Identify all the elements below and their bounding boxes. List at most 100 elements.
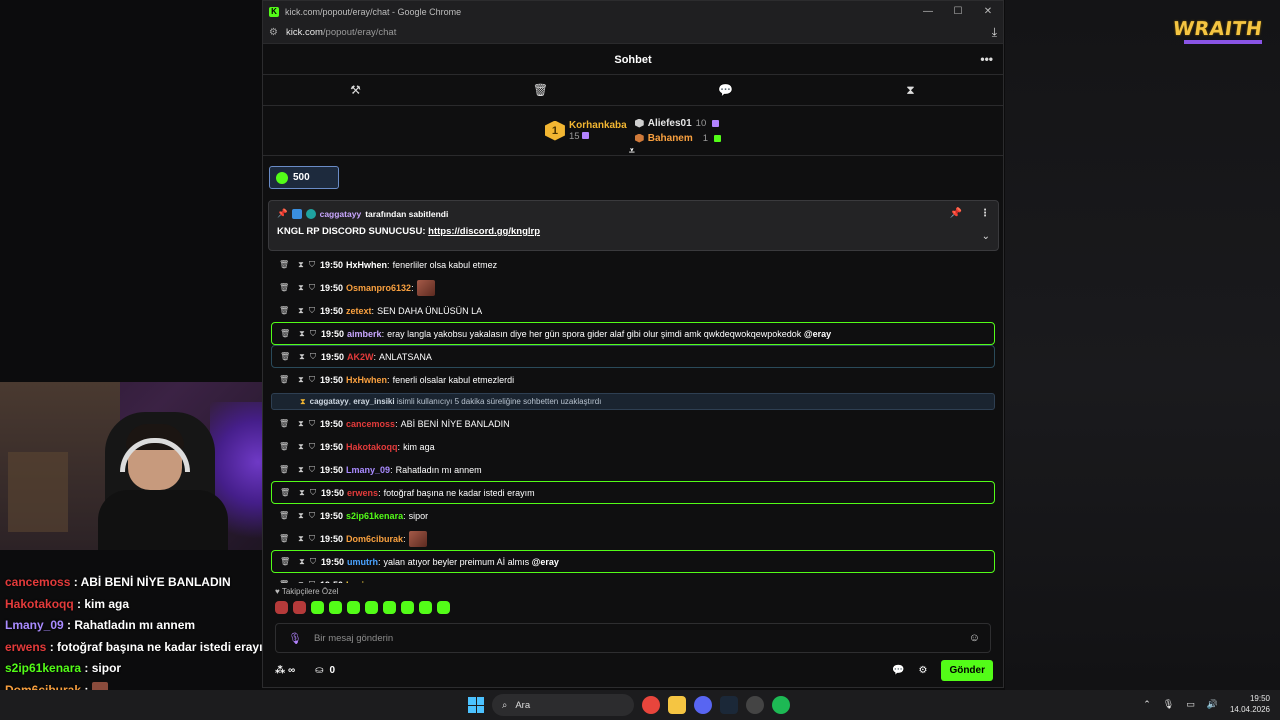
expand-icon[interactable]: ⩡: [629, 146, 635, 157]
top-gifter-3[interactable]: Bahanem 1: [634, 133, 722, 144]
chat-message[interactable]: 🗑 ⧗ ⛉ 19:50 aimberk: eray langla yakobsu yaka…: [271, 322, 995, 345]
message-username[interactable]: erwens: [347, 488, 378, 498]
pinned-by-user[interactable]: caggatayy: [320, 209, 362, 219]
delete-icon[interactable]: 🗑: [280, 557, 290, 567]
display-icon[interactable]: ▭: [1186, 699, 1195, 710]
close-icon[interactable]: ✕: [973, 6, 1003, 17]
timeout-icon[interactable]: ⧗: [298, 534, 304, 544]
message-username[interactable]: umutrh: [347, 557, 378, 567]
gift-box-icon[interactable]: ⛀: [315, 665, 323, 676]
timeout-icon[interactable]: ⧗: [298, 580, 304, 584]
delete-icon[interactable]: 🗑: [280, 329, 290, 339]
message-username[interactable]: cancemoss: [346, 419, 395, 429]
timeout-icon[interactable]: ⧗: [298, 283, 304, 293]
clear-chat-icon[interactable]: 🗑: [448, 75, 633, 105]
ban-hammer-icon[interactable]: ⚒: [263, 75, 448, 105]
emote-icon[interactable]: [347, 601, 360, 614]
message-username[interactable]: s2ip61kenara: [346, 511, 403, 521]
spotify-icon[interactable]: [772, 696, 790, 714]
delete-icon[interactable]: 🗑: [279, 534, 289, 544]
delete-icon[interactable]: 🗑: [279, 580, 289, 584]
channel-points-button[interactable]: 500: [269, 166, 339, 189]
windows-start-icon[interactable]: [468, 697, 484, 713]
delete-icon[interactable]: 🗑: [279, 419, 289, 429]
volume-icon[interactable]: 🔊: [1207, 699, 1218, 710]
chat-rules-icon[interactable]: 💬: [892, 665, 904, 676]
chrome-icon[interactable]: [642, 696, 660, 714]
message-username[interactable]: Hakotakoqq: [346, 442, 398, 452]
timeout-icon[interactable]: ⧗: [299, 352, 305, 362]
chat-message[interactable]: 🗑 ⧗ ⛉ 19:50 umutrh: yalan atıyor beyler preim…: [271, 550, 995, 573]
top-gifter-2[interactable]: Aliefes01 10: [634, 118, 721, 129]
chat-message[interactable]: 🗑 ⧗ ⛉ 19:50 Osmanpro6132:: [271, 276, 995, 299]
clock[interactable]: 19:50 14.04.2026: [1230, 693, 1270, 715]
delete-icon[interactable]: 🗑: [279, 306, 289, 316]
delete-icon[interactable]: 🗑: [279, 260, 289, 270]
message-username[interactable]: Osmanpro6132: [346, 283, 411, 293]
message-mention[interactable]: @eray: [532, 557, 559, 567]
file-explorer-icon[interactable]: [668, 696, 686, 714]
emote-icon[interactable]: [293, 601, 306, 614]
message-username[interactable]: HxHwhen: [346, 260, 387, 270]
chat-message[interactable]: 🗑 ⧗ ⛉ 19:50 AK2W: ANLATSANA: [271, 345, 995, 368]
chat-message[interactable]: 🗑 ⧗ ⛉ 19:50 Hakotakoqq: kim aga: [271, 435, 995, 458]
message-username[interactable]: Dom6ciburak: [346, 534, 403, 544]
microphone-icon[interactable]: 🎙: [288, 632, 302, 645]
chat-message[interactable]: 🗑 ⧗ ⛉ 19:50 HxHwhen: fenerli olsalar kabul et…: [271, 368, 995, 391]
emote-icon[interactable]: [437, 601, 450, 614]
message-username[interactable]: HxHwhen: [346, 375, 387, 385]
taskbar-search[interactable]: ⌕ Ara: [492, 694, 634, 716]
obs-icon[interactable]: [746, 696, 764, 714]
emoji-picker-icon[interactable]: ☺: [969, 632, 980, 644]
message-username[interactable]: aimberk: [347, 329, 382, 339]
delete-icon[interactable]: 🗑: [279, 375, 289, 385]
chat-message[interactable]: 🗑 ⧗ ⛉ 19:50 cancemoss: ABİ BENİ NİYE BANLADIN: [271, 412, 995, 435]
send-button[interactable]: Gönder: [941, 659, 993, 681]
emote-icon[interactable]: [311, 601, 324, 614]
delete-icon[interactable]: 🗑: [279, 442, 289, 452]
delete-icon[interactable]: 🗑: [279, 283, 289, 293]
emote-icon[interactable]: [329, 601, 342, 614]
emote-icon[interactable]: [419, 601, 432, 614]
emote-icon[interactable]: [365, 601, 378, 614]
pinned-link[interactable]: https://discord.gg/knglrp: [428, 226, 540, 237]
more-options-icon[interactable]: •••: [980, 52, 993, 66]
address-bar[interactable]: ⚙ kick.com/popout/eray/chat ⤓: [263, 22, 1003, 44]
timeout-icon[interactable]: ⧗: [298, 306, 304, 316]
timeout-icon[interactable]: ⧗: [298, 419, 304, 429]
emote-icon[interactable]: [383, 601, 396, 614]
timeout-icon[interactable]: ⧗: [298, 465, 304, 475]
message-username[interactable]: Lexionnn: [346, 580, 386, 584]
emote-icon[interactable]: [401, 601, 414, 614]
pinned-options-icon[interactable]: ⋮: [980, 208, 990, 219]
message-username[interactable]: AK2W: [347, 352, 374, 362]
site-settings-icon[interactable]: ⚙: [269, 27, 278, 38]
slow-mode-icon[interactable]: ⧗: [818, 75, 1003, 105]
points-infinity-icon[interactable]: ⁂ ∞: [275, 665, 295, 676]
download-icon[interactable]: ⤓: [992, 25, 997, 40]
top-gifter-1[interactable]: 1 Korhankaba 15: [544, 120, 627, 142]
chat-mode-icon[interactable]: 💬: [633, 75, 818, 105]
unpin-icon[interactable]: 📌: [950, 208, 962, 219]
chat-message[interactable]: 🗑 ⧗ ⛉ 19:50 Lmany_09: Rahatladın mı annem: [271, 458, 995, 481]
microphone-tray-icon[interactable]: 🎙: [1163, 699, 1174, 710]
chat-message[interactable]: 🗑 ⧗ ⛉ 19:50 HxHwhen: fenerliler olsa kabul et…: [271, 253, 995, 276]
timeout-icon[interactable]: ⧗: [298, 511, 304, 521]
delete-icon[interactable]: 🗑: [279, 511, 289, 521]
delete-icon[interactable]: 🗑: [280, 352, 290, 362]
delete-icon[interactable]: 🗑: [280, 488, 290, 498]
chat-message[interactable]: 🗑 ⧗ ⛉ 19:50 erwens: fotoğraf başına ne kadar …: [271, 481, 995, 504]
maximize-icon[interactable]: ☐: [943, 6, 973, 17]
message-username[interactable]: zetext: [346, 306, 372, 316]
timeout-icon[interactable]: ⧗: [299, 329, 305, 339]
timeout-icon[interactable]: ⧗: [299, 488, 305, 498]
chat-message[interactable]: 🗑 ⧗ ⛉ 19:50 s2ip61kenara: sipor: [271, 504, 995, 527]
settings-gear-icon[interactable]: ⚙: [918, 665, 927, 676]
timeout-icon[interactable]: ⧗: [298, 442, 304, 452]
delete-icon[interactable]: 🗑: [279, 465, 289, 475]
minimize-icon[interactable]: —: [913, 6, 943, 17]
steam-icon[interactable]: [720, 696, 738, 714]
chevron-up-icon[interactable]: ⌃: [1143, 699, 1151, 710]
discord-icon[interactable]: [694, 696, 712, 714]
emote-icon[interactable]: [275, 601, 288, 614]
